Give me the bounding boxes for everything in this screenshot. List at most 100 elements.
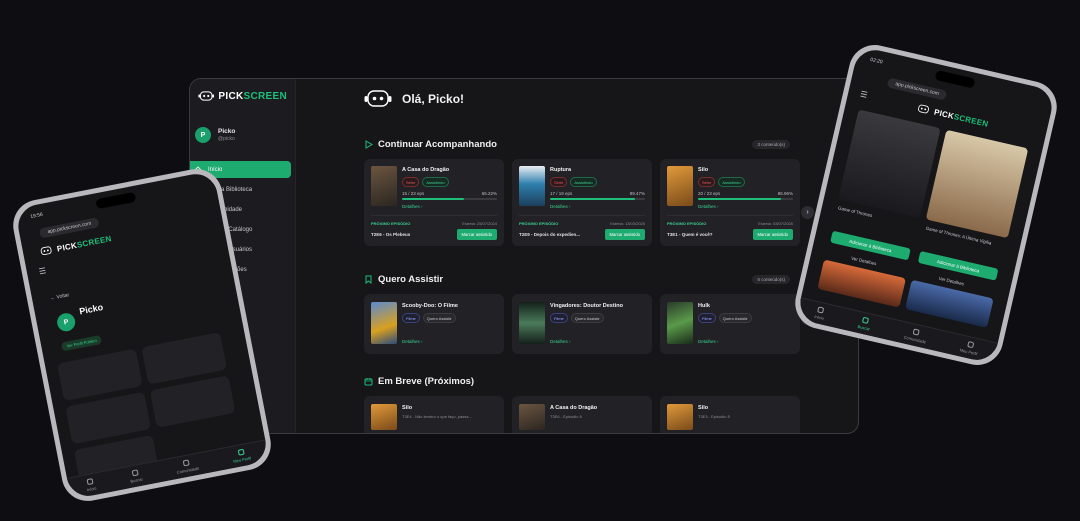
phone-nav-comunidade[interactable]: Comunidade [903, 327, 928, 344]
poster-image[interactable] [905, 279, 994, 328]
next-episode-date: Estreia: 25/07/2024 [462, 221, 497, 226]
want-card[interactable]: Vingadores: Doutor Destino Filme Quero A… [512, 294, 652, 354]
poster-image[interactable] [371, 302, 397, 344]
poster-image[interactable] [667, 302, 693, 344]
progress-percent: 86.96% [777, 191, 793, 196]
card-title: Silo [402, 405, 413, 411]
stat-card [149, 375, 236, 428]
mark-watched-button[interactable]: Marcar assistido [456, 229, 497, 240]
type-badge: Filme [550, 313, 568, 323]
back-link[interactable]: ← Voltar [50, 292, 70, 302]
menu-icon[interactable]: ☰ [38, 266, 47, 276]
phone-nav-inicio[interactable]: Início [85, 478, 97, 492]
user-name: Picko [218, 128, 236, 135]
poster-image[interactable] [667, 166, 693, 206]
soon-card[interactable]: A Casa do Dragão T3E6 - Episódio 6 [512, 396, 652, 433]
soon-card[interactable]: Silo T3E4 - Não lembro o que faço, pássa.… [364, 396, 504, 433]
details-link[interactable]: Detalhes › [550, 204, 645, 209]
logo[interactable]: PICKSCREEN [190, 85, 295, 107]
public-profile-button[interactable]: Ver Perfil Público [60, 334, 103, 352]
menu-icon[interactable]: ☰ [859, 89, 868, 99]
mark-watched-button[interactable]: Marcar assistido [604, 229, 645, 240]
continuing-card[interactable]: Silo Série Assistindo 20 / 23 eps 86.96% … [660, 159, 800, 246]
poster-image[interactable] [519, 302, 545, 344]
type-badge: Filme [698, 313, 716, 323]
user-profile[interactable]: P Picko @picko [190, 107, 295, 143]
poster-image[interactable] [667, 404, 693, 430]
chevron-right-icon: › [806, 209, 809, 216]
progress-eps: 15 / 23 eps [402, 191, 425, 196]
progress-percent: 65.22% [481, 191, 497, 196]
type-badge: Série [698, 177, 716, 187]
add-to-library-button[interactable]: Adicionar à Biblioteca [917, 250, 999, 281]
avatar: P [195, 127, 211, 143]
stat-card [56, 348, 143, 402]
next-episode: PRÓXIMO EPISÓDIO Estreia: 13/03/2025 T2E9… [519, 215, 645, 240]
section-title: Em Breve (Próximos) [364, 376, 474, 387]
details-link[interactable]: Detalhes › [402, 339, 458, 344]
phone-nav-inicio[interactable]: Início [814, 306, 826, 321]
page-title: Olá, Picko! [402, 92, 465, 106]
details-link[interactable]: Detalhes › [550, 339, 623, 344]
poster-title: Game of Thrones [837, 205, 873, 219]
phone-notch [95, 191, 137, 210]
details-link[interactable]: Detalhes › [698, 204, 793, 209]
phone-nav-buscar[interactable]: Buscar [857, 316, 872, 331]
status-badge: Assistindo [570, 177, 597, 187]
section-soon-header: Em Breve (Próximos) [364, 376, 790, 387]
details-link[interactable]: Detalhes › [402, 204, 497, 209]
progress-eps: 20 / 23 eps [698, 191, 721, 196]
next-episode-label: PRÓXIMO EPISÓDIO [371, 221, 411, 226]
soon-card[interactable]: Silo T3E3 - Episódio 5 [660, 396, 800, 433]
card-title: Scooby-Doo: O Filme [402, 303, 458, 309]
carousel-next-button[interactable]: › [801, 206, 814, 219]
continuing-card[interactable]: Ruptura Série Assistindo 17 / 19 eps 89.4… [512, 159, 652, 246]
app-window: PICKSCREEN P Picko @picko Início Minha B… [189, 78, 859, 434]
poster-image[interactable] [371, 166, 397, 206]
url-bar[interactable]: app.pickscreen.com [38, 217, 101, 239]
progress-eps: 17 / 19 eps [550, 191, 573, 196]
bookmark-icon [365, 275, 372, 284]
poster-image[interactable] [838, 109, 941, 218]
content-count: 3 conteúdo(s) [752, 140, 790, 149]
card-subtitle: T3E4 - Não lembro o que faço, pássa... [402, 414, 472, 419]
want-card[interactable]: Hulk Filme Quero Assistir Detalhes › [660, 294, 800, 354]
continuing-card[interactable]: A Casa do Dragão Série Assistindo 15 / 2… [364, 159, 504, 246]
card-title: A Casa do Dragão [402, 167, 450, 173]
progress-percent: 89.47% [629, 191, 645, 196]
card-subtitle: T3E6 - Episódio 6 [550, 414, 582, 419]
user-icon [966, 340, 974, 349]
details-link[interactable]: Ver Detalhes [851, 256, 877, 267]
poster-image[interactable] [925, 129, 1029, 239]
phone-nav-comunidade[interactable]: Comunidade [175, 458, 200, 475]
want-row: Scooby-Doo: O Filme Filme Quero Assistir… [364, 294, 858, 354]
search-icon [861, 316, 870, 324]
poster-image[interactable] [519, 404, 545, 430]
card-subtitle: T3E3 - Episódio 5 [698, 414, 730, 419]
poster-image[interactable] [371, 404, 397, 430]
want-card[interactable]: Scooby-Doo: O Filme Filme Quero Assistir… [364, 294, 504, 354]
next-episode-date: Estreia: 13/03/2025 [610, 221, 645, 226]
poster-image[interactable] [817, 259, 906, 308]
details-link[interactable]: Detalhes › [698, 339, 752, 344]
progress-bar [402, 198, 497, 200]
continuing-row: A Casa do Dragão Série Assistindo 15 / 2… [364, 159, 858, 246]
mascot-icon [198, 91, 215, 101]
profile-name: Picko [78, 302, 104, 317]
status-time: 02:20 [869, 56, 884, 66]
main-content: Olá, Picko! Continuar Acompanhando 3 con… [296, 79, 858, 433]
home-icon [817, 306, 825, 314]
phone-nav-perfil[interactable]: Meu Perfil [231, 448, 252, 464]
type-badge: Série [550, 177, 568, 187]
chat-icon [912, 328, 921, 336]
add-to-library-button[interactable]: Adicionar à Biblioteca [830, 230, 911, 261]
section-title: Continuar Acompanhando [364, 139, 497, 150]
details-link[interactable]: Ver Detalhes [938, 276, 964, 287]
phone-nav-perfil[interactable]: Meu Perfil [959, 340, 979, 356]
poster-image[interactable] [519, 166, 545, 206]
mark-watched-button[interactable]: Marcar assistido [752, 229, 793, 240]
phone-nav-buscar[interactable]: Buscar [128, 469, 143, 484]
greeting-header: Olá, Picko! [364, 85, 858, 113]
status-badge: Quero Assistir [718, 313, 752, 323]
next-episode: PRÓXIMO EPISÓDIO Estreia: 25/07/2024 T2E6… [371, 215, 497, 240]
